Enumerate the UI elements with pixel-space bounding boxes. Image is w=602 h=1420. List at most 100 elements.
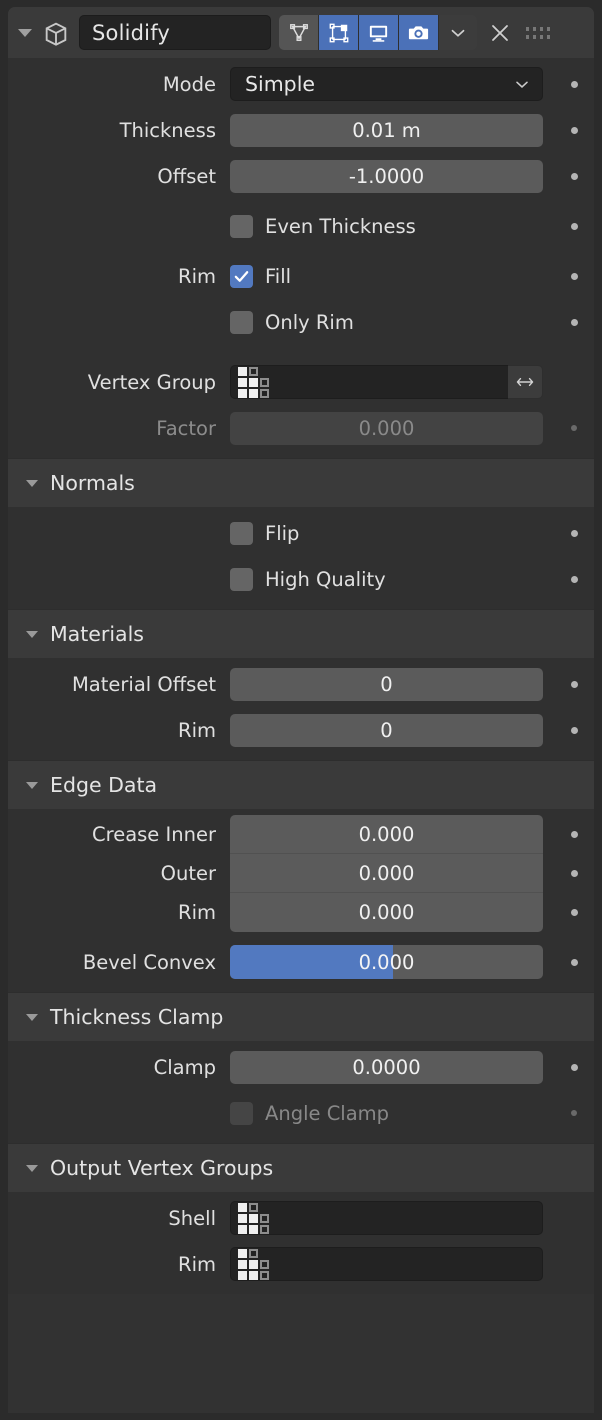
drag-handle[interactable] [521, 13, 555, 53]
x-icon [488, 21, 512, 45]
row-vertex-group: Vertex Group [8, 362, 594, 402]
mode-dropdown[interactable]: Simple [230, 67, 543, 101]
section-body-materials: Material Offset 0 Rim 0 [8, 658, 594, 760]
crease-group: Crease Inner Outer Rim 0.000 0.000 [8, 815, 594, 932]
only-rim-checkbox[interactable]: Only Rim [230, 311, 354, 334]
realtime-display-toggle[interactable] [359, 15, 399, 50]
material-offset-label: Material Offset [8, 673, 230, 696]
material-offset-field[interactable]: 0 [230, 668, 543, 701]
offset-field[interactable]: -1.0000 [230, 160, 543, 193]
animate-property-high-quality[interactable] [554, 576, 594, 583]
animate-property-angle-clamp[interactable] [554, 1110, 594, 1116]
check-icon [233, 268, 250, 285]
edit-mode-box-icon [328, 22, 350, 44]
disclosure-triangle-down-icon[interactable] [18, 29, 32, 37]
disclosure-triangle-down-icon [26, 1014, 38, 1021]
section-body-output-vertex-groups: Shell Rim [8, 1192, 594, 1294]
shell-vertex-group-field[interactable] [230, 1201, 543, 1235]
animate-property-clamp[interactable] [554, 1064, 594, 1071]
vertex-group-field[interactable] [230, 365, 508, 399]
section-body-edge-data: Crease Inner Outer Rim 0.000 0.000 [8, 809, 594, 992]
crease-rim-label: Rim [178, 901, 216, 924]
animate-property-material-offset[interactable] [554, 681, 594, 688]
clamp-value: 0.0000 [352, 1056, 420, 1079]
animate-property-even-thickness[interactable] [554, 223, 594, 230]
remove-modifier-button[interactable] [483, 13, 517, 53]
crease-outer-field[interactable]: 0.000 [230, 854, 543, 893]
offset-label: Offset [8, 165, 230, 188]
crease-outer-label: Outer [161, 862, 216, 885]
on-cage-toggle[interactable] [279, 15, 319, 50]
section-title-thickness-clamp: Thickness Clamp [50, 1005, 223, 1029]
mesh-triangle-icon [288, 22, 310, 44]
only-rim-text: Only Rim [265, 311, 354, 334]
checkbox-box [230, 522, 253, 545]
high-quality-checkbox[interactable]: High Quality [230, 568, 386, 591]
even-thickness-text: Even Thickness [265, 215, 416, 238]
animate-property-mode[interactable] [554, 81, 594, 88]
edit-mode-display-toggle[interactable] [319, 15, 359, 50]
even-thickness-checkbox[interactable]: Even Thickness [230, 215, 416, 238]
extras-menu-button[interactable] [439, 15, 477, 50]
crease-inner-value: 0.000 [359, 823, 415, 846]
output-rim-label: Rim [8, 1253, 230, 1276]
animate-property-bevel-convex[interactable] [554, 959, 594, 966]
section-header-materials[interactable]: Materials [8, 609, 594, 658]
animate-property-crease-outer[interactable] [554, 854, 594, 893]
row-material-rim: Rim 0 [8, 710, 594, 750]
section-body-normals: Flip High Quality [8, 507, 594, 609]
clamp-field[interactable]: 0.0000 [230, 1051, 543, 1084]
modifier-name-text: Solidify [92, 21, 170, 45]
animate-property-only-rim[interactable] [554, 319, 594, 326]
animate-property-crease-rim[interactable] [554, 893, 594, 932]
offset-value: -1.0000 [349, 165, 424, 188]
checkbox-box [230, 311, 253, 334]
disclosure-triangle-down-icon [26, 631, 38, 638]
mode-label: Mode [8, 73, 230, 96]
row-thickness: Thickness 0.01 m [8, 110, 594, 150]
modifier-header[interactable]: Solidify [8, 7, 594, 58]
material-rim-value: 0 [380, 719, 392, 742]
animate-property-thickness[interactable] [554, 127, 594, 134]
shell-label: Shell [8, 1207, 230, 1230]
row-bevel-convex: Bevel Convex 0.000 [8, 942, 594, 982]
checkbox-box [230, 265, 253, 288]
crease-rim-field[interactable]: 0.000 [230, 893, 543, 932]
shell-decorator-spacer [554, 1215, 594, 1222]
modifier-body: Mode Simple Thickness 0.01 m [8, 58, 594, 458]
invert-vertex-group-button[interactable] [508, 365, 543, 399]
rim-decorator-spacer [554, 1261, 594, 1268]
fill-checkbox[interactable]: Fill [230, 265, 291, 288]
mode-value: Simple [245, 72, 315, 96]
rim-vertex-group-field[interactable] [230, 1247, 543, 1281]
header-display-toggles [279, 15, 477, 50]
monitor-icon [367, 21, 390, 44]
section-header-output-vertex-groups[interactable]: Output Vertex Groups [8, 1143, 594, 1192]
thickness-field[interactable]: 0.01 m [230, 114, 543, 147]
animate-property-flip[interactable] [554, 530, 594, 537]
render-display-toggle[interactable] [399, 15, 439, 50]
vertex-group-icon [238, 367, 269, 398]
material-rim-field[interactable]: 0 [230, 714, 543, 747]
section-header-edge-data[interactable]: Edge Data [8, 760, 594, 809]
animate-property-material-rim[interactable] [554, 727, 594, 734]
animate-property-fill[interactable] [554, 273, 594, 280]
cube-icon [42, 19, 70, 47]
section-body-thickness-clamp: Clamp 0.0000 Angle Clamp [8, 1041, 594, 1143]
animate-property-crease-inner[interactable] [554, 815, 594, 854]
row-high-quality: High Quality [8, 559, 594, 599]
chevron-down-icon [447, 22, 469, 44]
animate-property-offset[interactable] [554, 173, 594, 180]
vertex-group-label: Vertex Group [8, 371, 230, 394]
row-factor: Factor 0.000 [8, 408, 594, 448]
crease-inner-field[interactable]: 0.000 [230, 815, 543, 854]
animate-property-factor[interactable] [554, 425, 594, 431]
checkbox-box [230, 1102, 253, 1125]
flip-checkbox[interactable]: Flip [230, 522, 299, 545]
section-header-normals[interactable]: Normals [8, 458, 594, 507]
bevel-convex-slider[interactable]: 0.000 [230, 945, 543, 979]
modifier-name-field[interactable]: Solidify [79, 15, 271, 50]
factor-label: Factor [8, 417, 230, 440]
section-header-thickness-clamp[interactable]: Thickness Clamp [8, 992, 594, 1041]
row-clamp: Clamp 0.0000 [8, 1047, 594, 1087]
